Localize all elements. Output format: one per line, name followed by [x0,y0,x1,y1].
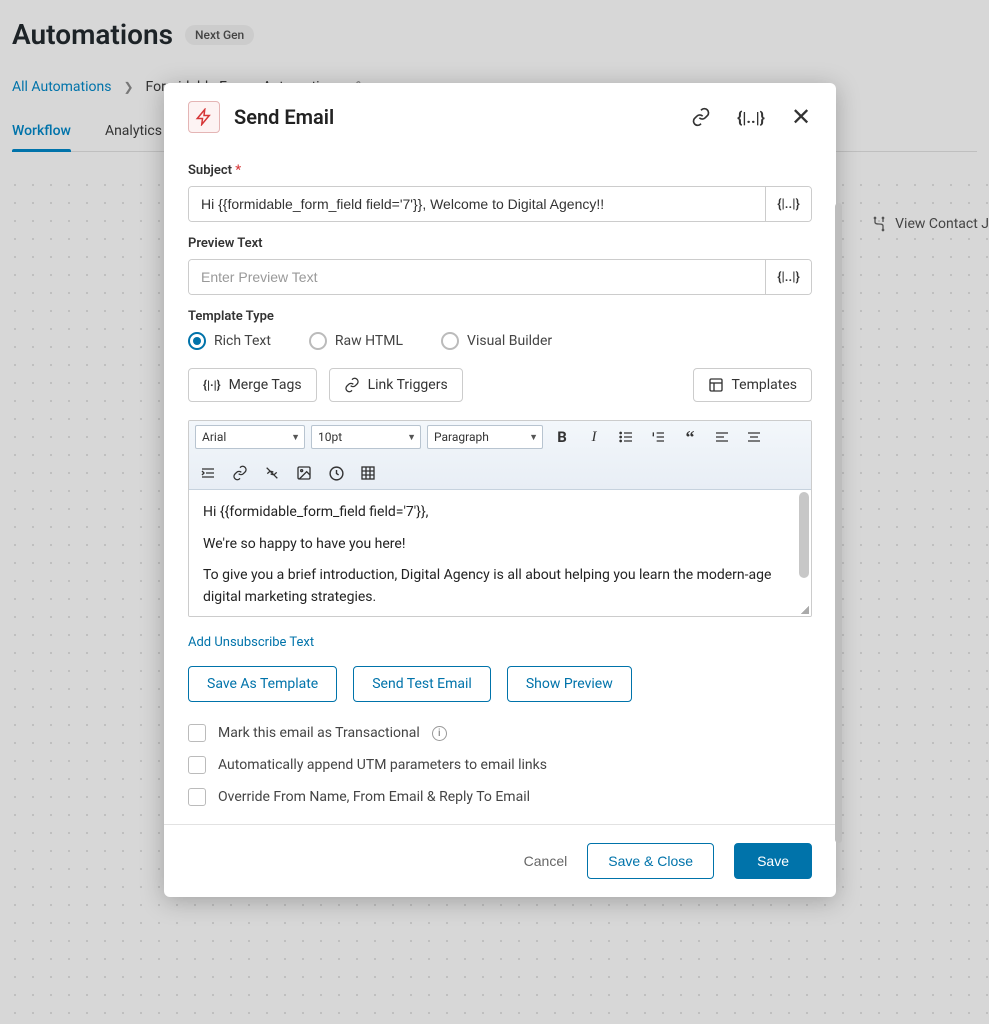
tab-analytics[interactable]: Analytics [105,123,162,151]
font-size-select[interactable]: 10pt▼ [311,425,421,449]
template-type-label: Template Type [188,309,812,324]
radio-raw-html[interactable]: Raw HTML [309,332,403,350]
insert-link-icon[interactable] [227,461,253,485]
checkbox-transactional-label: Mark this email as Transactional [218,725,420,741]
align-center-icon[interactable] [741,425,767,449]
radio-rich-text[interactable]: Rich Text [188,332,271,350]
breadcrumb-root[interactable]: All Automations [12,79,111,95]
chevron-right-icon: ❯ [123,80,133,94]
table-icon[interactable] [355,461,381,485]
link-triggers-button[interactable]: Link Triggers [329,368,463,402]
subject-input[interactable] [189,187,765,221]
subject-label: Subject * [188,163,812,178]
image-icon[interactable] [291,461,317,485]
tab-workflow[interactable]: Workflow [12,123,71,151]
checkbox-utm[interactable] [188,756,206,774]
copy-link-icon[interactable] [690,106,712,128]
indent-icon[interactable] [195,461,221,485]
checkbox-utm-label: Automatically append UTM parameters to e… [218,757,547,773]
checkbox-transactional[interactable] [188,724,206,742]
quote-icon[interactable]: “ [677,425,703,449]
modal-title: Send Email [234,105,334,129]
radio-visual-builder[interactable]: Visual Builder [441,332,552,350]
link-icon [344,377,360,393]
add-unsubscribe-link[interactable]: Add Unsubscribe Text [188,635,314,650]
media-icon[interactable] [323,461,349,485]
numbered-list-icon[interactable] [645,425,671,449]
editor-content[interactable]: Hi {{formidable_form_field field='7'}}, … [189,490,811,606]
view-contact-journey[interactable]: View Contact J [871,216,989,232]
block-format-select[interactable]: Paragraph▼ [427,425,543,449]
italic-icon[interactable]: I [581,425,607,449]
bullet-list-icon[interactable] [613,425,639,449]
font-family-select[interactable]: Arial▼ [195,425,305,449]
send-email-modal: Send Email {|..|} ✕ Subject * {|..|} Pre… [164,83,836,897]
editor-scrollbar[interactable] [799,492,809,578]
save-close-button[interactable]: Save & Close [587,843,714,879]
merge-tags-button[interactable]: {|·|} Merge Tags [188,368,317,402]
next-gen-badge: Next Gen [185,25,254,45]
preview-text-label: Preview Text [188,236,812,251]
unlink-icon[interactable] [259,461,285,485]
bolt-icon [188,101,220,133]
save-as-template-button[interactable]: Save As Template [188,666,337,702]
save-button[interactable]: Save [734,843,812,879]
cancel-button[interactable]: Cancel [524,853,568,869]
editor-toolbar: Arial▼ 10pt▼ Paragraph▼ B I [189,421,811,490]
preview-text-input[interactable] [189,260,765,294]
checkbox-override-from[interactable] [188,788,206,806]
templates-icon [708,377,724,393]
info-icon[interactable]: i [432,726,447,741]
editor-resize-handle[interactable] [189,606,811,616]
checkbox-override-from-label: Override From Name, From Email & Reply T… [218,789,530,805]
merge-tags-btn-icon: {|·|} [203,378,221,392]
templates-button[interactable]: Templates [693,368,813,402]
merge-tags-icon[interactable]: {|..|} [740,106,762,128]
show-preview-button[interactable]: Show Preview [507,666,632,702]
page-title: Automations [12,18,173,51]
align-left-icon[interactable] [709,425,735,449]
preview-merge-tags-button[interactable]: {|..|} [765,260,811,294]
close-icon[interactable]: ✕ [790,106,812,128]
send-test-email-button[interactable]: Send Test Email [353,666,491,702]
bold-icon[interactable]: B [549,425,575,449]
subject-merge-tags-button[interactable]: {|..|} [765,187,811,221]
view-contact-label: View Contact J [895,216,989,232]
rich-text-editor: Arial▼ 10pt▼ Paragraph▼ B I [188,420,812,617]
modal-scrollbar[interactable] [835,203,842,843]
